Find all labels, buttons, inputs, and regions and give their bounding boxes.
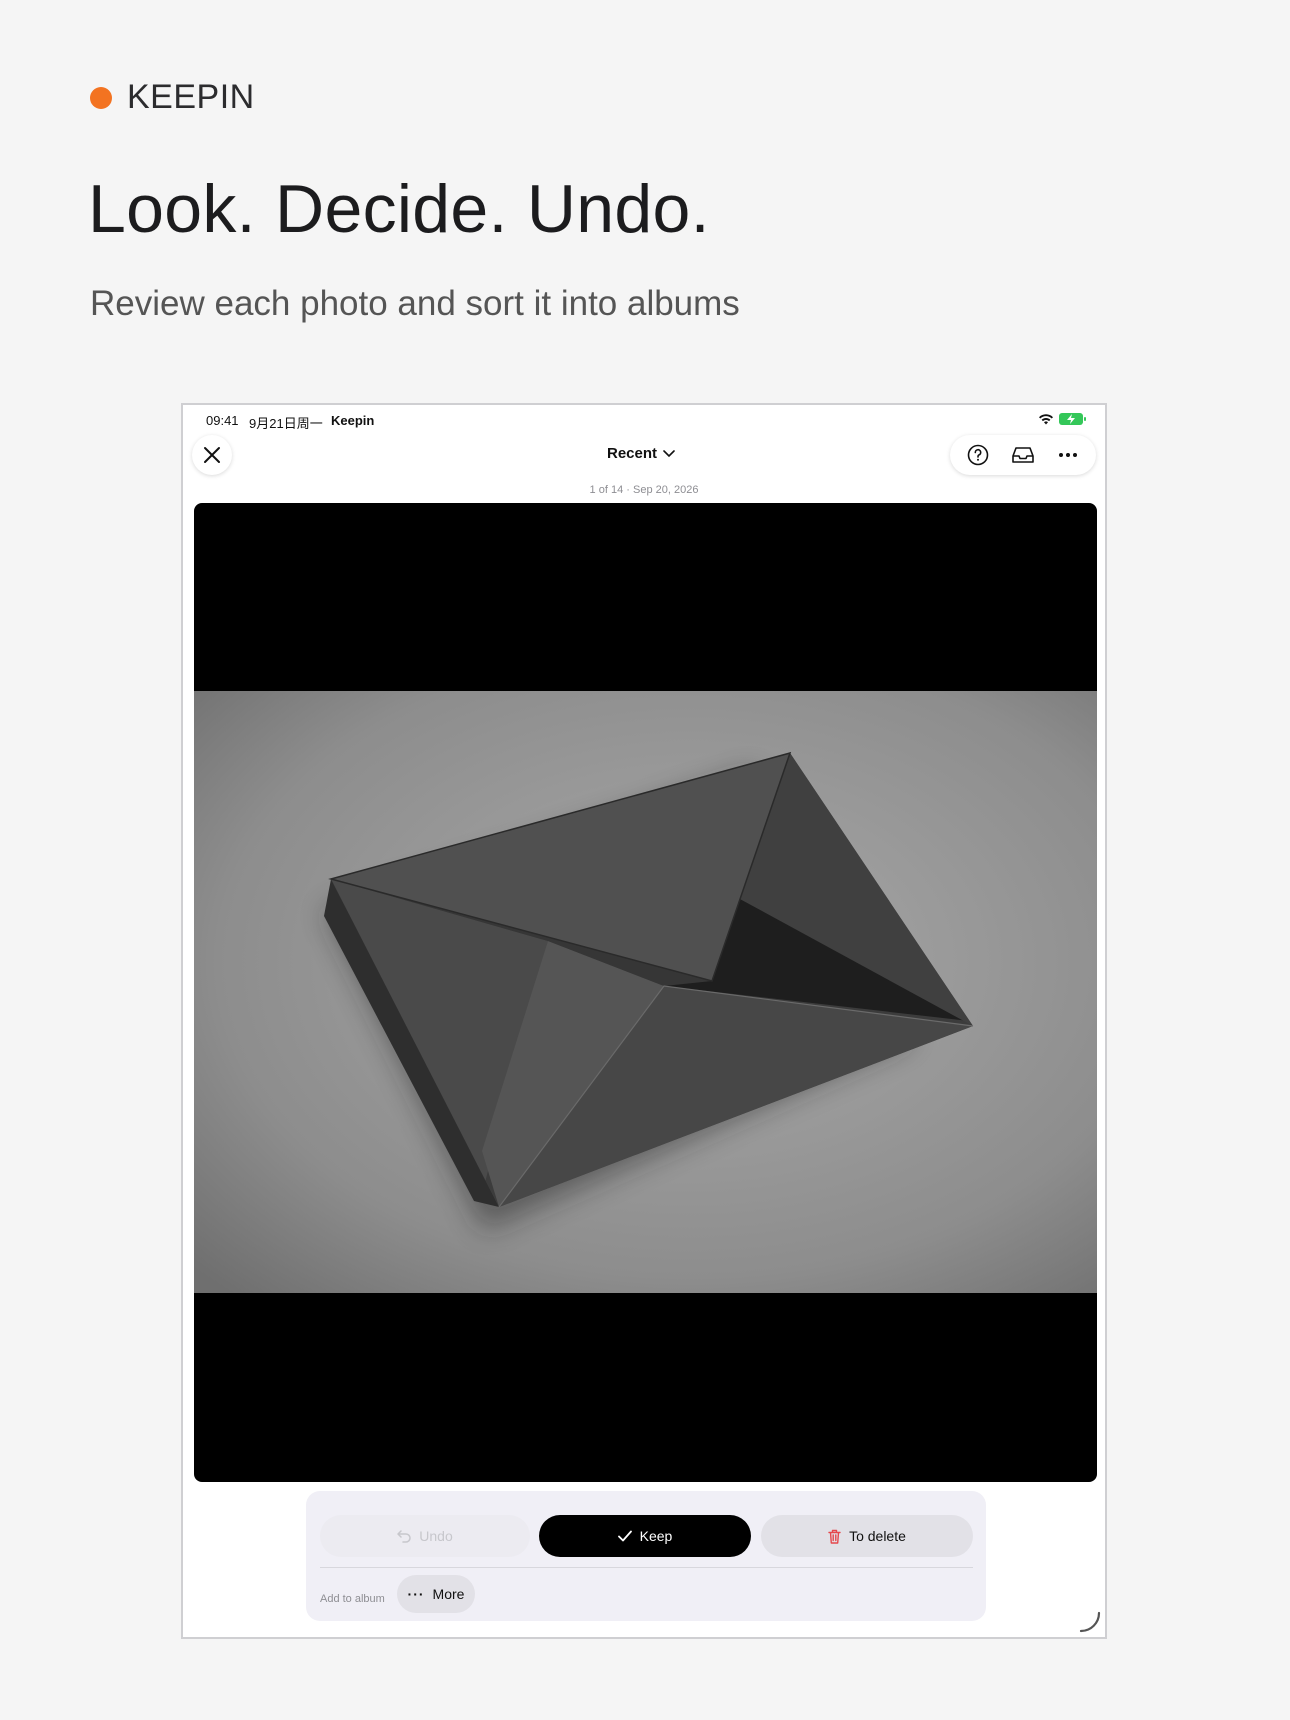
album-picker[interactable]: Recent [607,445,675,462]
nav-actions-group [950,435,1096,475]
meta-separator: · [626,484,630,496]
photo-date: Sep 20, 2026 [632,484,699,496]
inbox-button[interactable] [1005,437,1041,473]
status-date: 9月21日周一 [249,416,323,431]
wifi-icon [1039,414,1053,425]
action-panel: Undo Keep To delete Add to album ··· Mor… [306,1491,986,1621]
photo-viewer[interactable] [194,503,1097,1482]
close-icon [204,447,220,463]
undo-button[interactable]: Undo [320,1515,530,1557]
ellipsis-icon: ··· [407,1586,425,1602]
subheadline: Review each photo and sort it into album… [90,284,740,323]
trash-icon [828,1529,841,1544]
status-indicators [1038,413,1086,425]
add-to-album-label: Add to album [320,1593,385,1605]
photo-meta: 1 of 14 · Sep 20, 2026 [183,484,1105,496]
to-delete-button[interactable]: To delete [761,1515,973,1557]
battery-icon [1059,413,1086,425]
status-bar: 09:41 9月21日周一 Keepin [183,405,1105,435]
photo-position: 1 of 14 [589,484,624,496]
status-app-name: Keepin [331,413,375,428]
keep-button[interactable]: Keep [539,1515,751,1557]
status-time: 09:41 [206,413,239,428]
to-delete-label: To delete [849,1528,906,1544]
more-albums-button[interactable]: ··· More [397,1575,475,1613]
resize-handle-icon[interactable] [1079,1611,1101,1633]
device-screen: 09:41 9月21日周一 Keepin Recent 1 of 14 · Se… [181,403,1107,1639]
checkmark-icon [617,1530,632,1542]
help-button[interactable] [960,437,996,473]
keep-label: Keep [639,1528,673,1544]
photo-image [194,691,1097,1293]
more-options-button[interactable] [1050,437,1086,473]
inbox-icon [1012,447,1034,463]
undo-icon [397,1530,412,1543]
top-navigation: Recent [183,435,1105,485]
close-button[interactable] [192,435,232,475]
album-picker-label: Recent [607,445,658,462]
chevron-down-icon [663,449,675,457]
undo-label: Undo [419,1528,453,1544]
panel-divider [320,1567,973,1568]
brand-name: KEEPIN [127,78,255,116]
brand: KEEPIN [90,78,255,117]
more-label: More [432,1586,465,1602]
help-icon [968,444,989,466]
more-icon [1058,453,1077,457]
brand-dot-icon [90,86,112,109]
headline: Look. Decide. Undo. [88,171,710,247]
